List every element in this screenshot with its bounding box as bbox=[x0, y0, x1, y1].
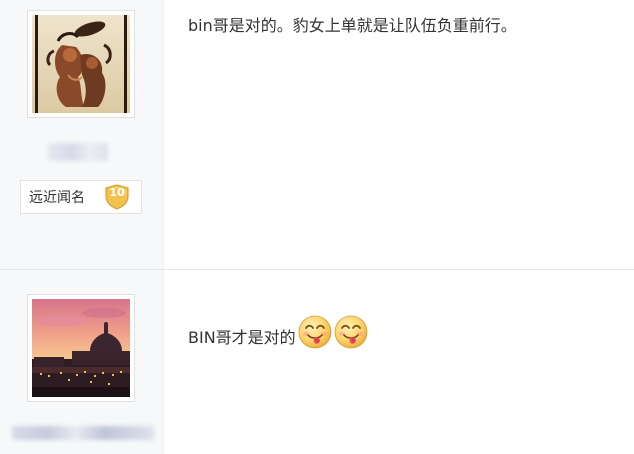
post-content: BIN哥才是对的 bbox=[188, 314, 369, 350]
level-badge[interactable]: 远近闻名 10 bbox=[20, 180, 142, 214]
post-thread: 远近闻名 10 bin哥是对的。豹女上单就是让队伍负重前行。 BIN哥才是对的 bbox=[0, 0, 634, 454]
avatar-image bbox=[32, 299, 130, 397]
level-number: 10 bbox=[109, 186, 125, 199]
username-blurred[interactable] bbox=[48, 143, 108, 161]
emoji-group bbox=[297, 314, 369, 350]
avatar[interactable] bbox=[27, 294, 135, 402]
tongue-out-emoji-icon bbox=[334, 315, 368, 349]
level-title: 远近闻名 bbox=[29, 190, 85, 206]
user-info-column bbox=[0, 270, 164, 454]
avatar-image bbox=[32, 15, 130, 113]
tongue-out-emoji-icon bbox=[298, 315, 332, 349]
user-info-column: 远近闻名 10 bbox=[0, 0, 164, 269]
post-content: bin哥是对的。豹女上单就是让队伍负重前行。 bbox=[188, 16, 517, 35]
post-item: 远近闻名 10 bin哥是对的。豹女上单就是让队伍负重前行。 bbox=[0, 0, 634, 270]
post-item: BIN哥才是对的 bbox=[0, 270, 634, 454]
post-text: BIN哥才是对的 bbox=[188, 328, 296, 347]
username-blurred[interactable] bbox=[12, 426, 154, 440]
avatar[interactable] bbox=[27, 10, 135, 118]
